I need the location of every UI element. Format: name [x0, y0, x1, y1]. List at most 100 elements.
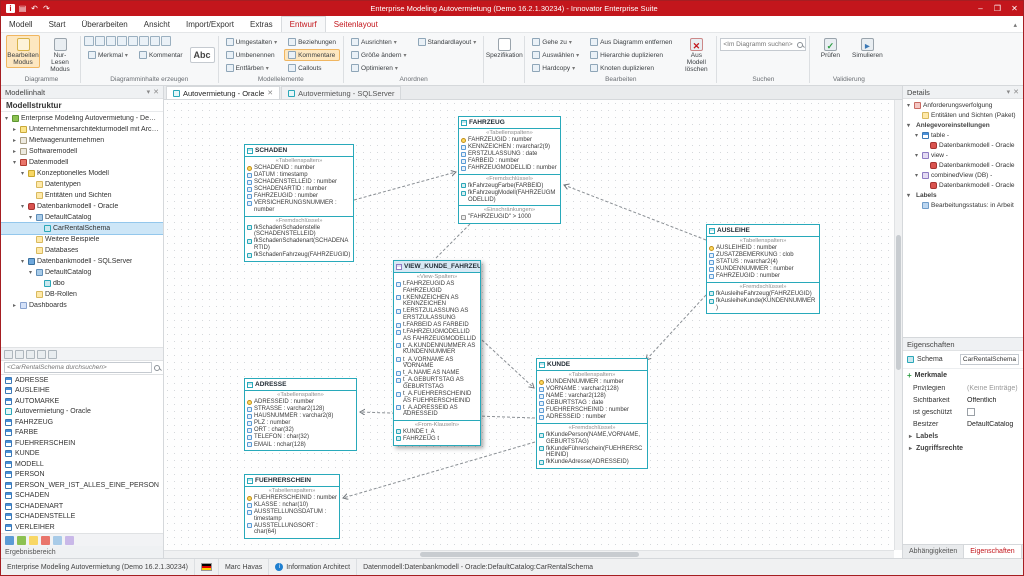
- property-row[interactable]: Sichtbarkeit Öffentlich: [903, 394, 1023, 406]
- entity-row[interactable]: ADRESSEID : number: [537, 414, 647, 421]
- tree-item[interactable]: Dashboards: [1, 300, 163, 311]
- property-section[interactable]: Labels: [903, 430, 1023, 442]
- expander-icon[interactable]: [27, 269, 34, 276]
- list-item[interactable]: PERSON: [1, 470, 163, 481]
- entity-row[interactable]: t_A.KUNDENNUMMER AS KUNDENNUMMER: [394, 343, 480, 356]
- expander-icon[interactable]: [913, 172, 920, 179]
- list-toolbar-icon[interactable]: [4, 350, 13, 359]
- redo-icon[interactable]: ↷: [42, 4, 51, 13]
- diagram-tool-icon[interactable]: [128, 36, 138, 46]
- tree-item[interactable]: DB-Rollen: [1, 289, 163, 300]
- ausrichten-button[interactable]: Ausrichten: [347, 36, 410, 48]
- menu-tab[interactable]: Entwurf: [281, 16, 326, 32]
- optimieren-button[interactable]: Optimieren: [347, 62, 410, 74]
- expander-icon[interactable]: [905, 122, 912, 129]
- connection-KUNDE-FUEHRERSCHEIN[interactable]: [343, 442, 535, 498]
- kommentar-button[interactable]: Kommentar: [135, 49, 187, 61]
- merkmal-button[interactable]: Merkmal: [84, 49, 132, 61]
- app-logo-icon[interactable]: i: [6, 4, 15, 13]
- entity-row[interactable]: fkAusleiheFahrzeug(FAHRZEUGID): [707, 291, 819, 298]
- status-language[interactable]: [195, 559, 219, 575]
- expander-icon[interactable]: [907, 433, 914, 440]
- expander-icon[interactable]: [11, 126, 18, 133]
- spezifikation-button[interactable]: Spezifikation: [487, 35, 521, 61]
- diagram-tool-icon[interactable]: [106, 36, 116, 46]
- entity-SCHADEN[interactable]: SCHADEN«Tabellenspalten»SCHADENID : numb…: [244, 144, 354, 262]
- pruefen-button[interactable]: Prüfen: [813, 35, 847, 61]
- aus-diagramm-entfernen-button[interactable]: Aus Diagramm entfernen: [586, 36, 676, 48]
- connection-AUSLEIHE-KUNDE[interactable]: [646, 295, 706, 360]
- tree-item[interactable]: CarRentalSchema: [1, 223, 163, 234]
- entity-row[interactable]: FUEHRERSCHEINID : number: [245, 495, 339, 502]
- entity-VIEW_KUNDE_FAHRZEUG[interactable]: VIEW_KUNDE_FAHRZEUG«View-Spalten»t.FAHRZ…: [393, 260, 481, 446]
- entity-row[interactable]: t_A.VORNAME AS VORNAME: [394, 357, 480, 370]
- diagram-canvas[interactable]: SCHADEN«Tabellenspalten»SCHADENID : numb…: [164, 100, 894, 550]
- expander-icon[interactable]: [19, 258, 26, 265]
- search-icon[interactable]: [797, 42, 803, 48]
- expander-icon[interactable]: [19, 170, 26, 177]
- minimize-icon[interactable]: [972, 4, 989, 13]
- umbenennen-button[interactable]: Umbenennen: [222, 49, 282, 61]
- entity-row[interactable]: VERSICHERUNGSNUMMER : number: [245, 200, 353, 213]
- auswaehlen-button[interactable]: Auswählen: [528, 49, 583, 61]
- entity-row[interactable]: fkFahrzeugModell(FAHRZEUGMODELLID): [459, 190, 560, 203]
- entity-row[interactable]: KLASSE : nchar(10): [245, 502, 339, 509]
- details-item[interactable]: Datenbankmodell - Oracle: [903, 160, 1023, 170]
- entity-row[interactable]: FAHRZEUGMODELLID : number: [459, 165, 560, 172]
- list-item[interactable]: SCHADEN: [1, 491, 163, 502]
- callouts-button[interactable]: Callouts: [284, 62, 340, 74]
- document-tab[interactable]: Autovermietung - SQLServer: [281, 86, 401, 99]
- list-item[interactable]: AUTOMARKE: [1, 396, 163, 407]
- results-icon[interactable]: [5, 536, 14, 545]
- entity-KUNDE[interactable]: KUNDE«Tabellenspalten»KUNDENNUMMER : num…: [536, 358, 648, 469]
- entity-row[interactable]: KUNDE t_A: [394, 429, 480, 436]
- entity-row[interactable]: AUSSTELLUNGSDATUM : timestamp: [245, 509, 339, 522]
- tree-item[interactable]: Datenbankmodell - SQLServer: [1, 256, 163, 267]
- entity-row[interactable]: FAHRZEUG t: [394, 436, 480, 443]
- expander-icon[interactable]: [905, 192, 912, 199]
- list-toolbar-icon[interactable]: [15, 350, 24, 359]
- horizontal-scrollbar[interactable]: [164, 550, 894, 558]
- connection-VIEW_KUNDE_FAHRZEUG-KUNDE[interactable]: [482, 340, 534, 388]
- entity-row[interactable]: fkSchadenSchadenstelle (SCHADENSTELLEID): [245, 225, 353, 238]
- expander-icon[interactable]: [27, 214, 34, 221]
- expander-icon[interactable]: [913, 132, 920, 139]
- list-item[interactable]: FUEHRERSCHEIN: [1, 438, 163, 449]
- property-row[interactable]: ist geschützt: [903, 406, 1023, 418]
- tree-item[interactable]: Unternehmensarchitekturmodell mit ArchiM…: [1, 124, 163, 135]
- bookmarks-icon[interactable]: [29, 536, 38, 545]
- entity-row[interactable]: t.ERSTZULASSUNG AS ERSTZULASSUNG: [394, 308, 480, 321]
- diagram-tool-icon[interactable]: [161, 36, 171, 46]
- entity-row[interactable]: t_A.FUEHRERSCHEINID AS FUEHRERSCHEINID: [394, 391, 480, 404]
- tree-item[interactable]: Entitäten und Sichten: [1, 190, 163, 201]
- entity-header[interactable]: FAHRZEUG: [459, 117, 560, 128]
- list-item[interactable]: SCHADENSTELLE: [1, 512, 163, 523]
- list-item[interactable]: VERLEIHER: [1, 522, 163, 533]
- entity-row[interactable]: SCHADENSTELLEID : number: [245, 179, 353, 186]
- entity-row[interactable]: KUNDENNUMMER : number: [537, 379, 647, 386]
- entity-header[interactable]: FUEHRERSCHEIN: [245, 475, 339, 486]
- status-user[interactable]: Marc Havas: [219, 559, 269, 575]
- pin-icon[interactable]: ▾: [147, 88, 151, 96]
- entity-row[interactable]: NAME : varchar2(128): [537, 393, 647, 400]
- entity-row[interactable]: t.FARBEID AS FARBEID: [394, 322, 480, 329]
- entity-row[interactable]: ORT : char(32): [245, 427, 356, 434]
- list-item[interactable]: FARBE: [1, 428, 163, 439]
- entity-row[interactable]: ADRESSEID : number: [245, 399, 356, 406]
- maximize-icon[interactable]: [989, 4, 1006, 13]
- kommentare-button[interactable]: Kommentare: [284, 49, 340, 61]
- connection-AUSLEIHE-FAHRZEUG[interactable]: [564, 185, 706, 240]
- search-icon[interactable]: [154, 365, 160, 371]
- tree-item[interactable]: dbo: [1, 278, 163, 289]
- entity-row[interactable]: FAHRZEUGID : number: [459, 137, 560, 144]
- list-toolbar-icon[interactable]: [48, 350, 57, 359]
- close-tab-icon[interactable]: ✕: [267, 89, 273, 97]
- scrollbar-thumb[interactable]: [896, 235, 901, 370]
- simulieren-button[interactable]: Simulieren: [850, 35, 884, 61]
- entity-row[interactable]: t.KENNZEICHEN AS KENNZEICHEN: [394, 295, 480, 308]
- details-item[interactable]: view -: [903, 150, 1023, 160]
- groesse-aendern-button[interactable]: Größe ändern: [347, 49, 410, 61]
- entity-row[interactable]: STRASSE : varchar2(128): [245, 406, 356, 413]
- entity-row[interactable]: EMAIL : nchar(128): [245, 442, 356, 449]
- entity-row[interactable]: t_A.NAME AS NAME: [394, 370, 480, 377]
